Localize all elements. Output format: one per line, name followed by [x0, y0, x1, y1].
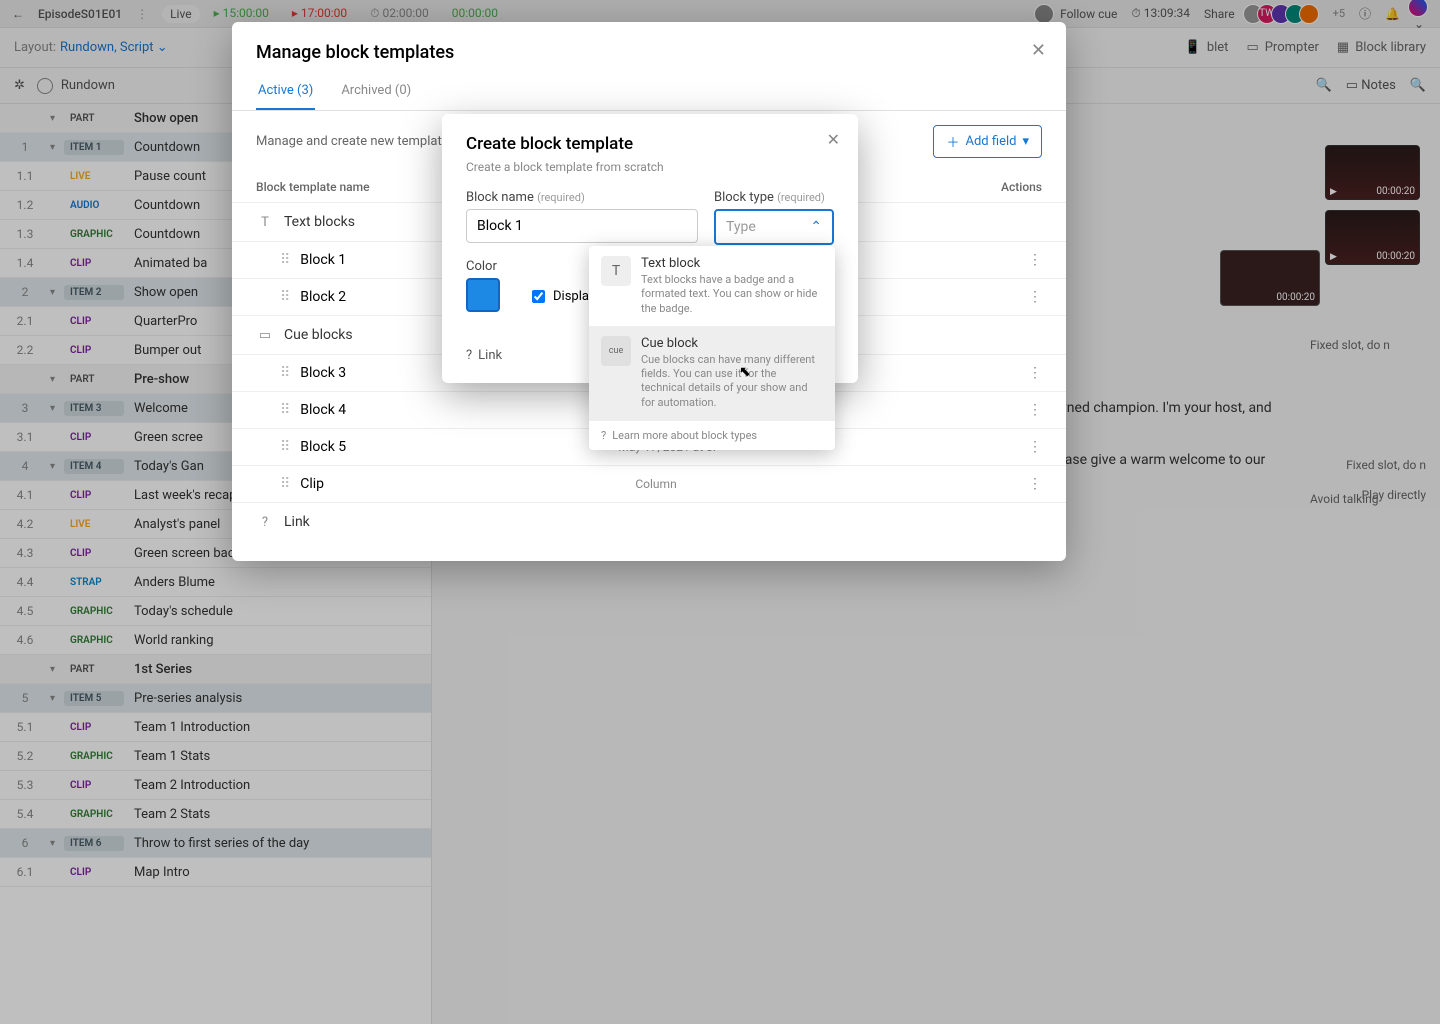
display-checkbox[interactable] — [532, 290, 545, 303]
create-title: Create block template — [466, 134, 834, 154]
option-text-block[interactable]: T Text blockText blocks have a badge and… — [589, 246, 835, 326]
drag-icon: ⠿ — [280, 476, 290, 492]
kebab-icon[interactable]: ⋮ — [1028, 402, 1042, 418]
color-swatch[interactable] — [466, 278, 500, 312]
option-cue-block[interactable]: cue Cue blockCue blocks can have many di… — [589, 326, 835, 420]
add-field-button[interactable]: ＋ Add field ▾ — [933, 125, 1042, 158]
kebab-icon[interactable]: ⋮ — [1028, 365, 1042, 381]
cue-icon: ▭ — [256, 326, 274, 344]
text-icon: T — [256, 213, 274, 231]
drag-icon: ⠿ — [280, 402, 290, 418]
block-name-input[interactable] — [466, 209, 698, 243]
block-type-dropdown: T Text blockText blocks have a badge and… — [589, 246, 835, 450]
tab-archived[interactable]: Archived (0) — [339, 73, 413, 110]
help-icon: ? — [256, 513, 274, 531]
learn-more-link[interactable]: ?Learn more about block types — [589, 420, 835, 450]
close-icon[interactable]: ✕ — [827, 130, 840, 149]
text-icon: T — [601, 256, 631, 286]
type-label: Block type (required) — [714, 190, 834, 205]
close-icon[interactable]: ✕ — [1031, 40, 1046, 61]
link-row[interactable]: ?Link — [232, 502, 1066, 541]
color-label: Color — [466, 259, 516, 274]
kebab-icon[interactable]: ⋮ — [1028, 476, 1042, 492]
name-label: Block name (required) — [466, 190, 698, 205]
cue-icon: cue — [601, 336, 631, 366]
help-icon: ? — [466, 348, 472, 363]
template-row[interactable]: ⠿ClipColumn⋮ — [232, 465, 1066, 502]
kebab-icon[interactable]: ⋮ — [1028, 439, 1042, 455]
kebab-icon[interactable]: ⋮ — [1028, 252, 1042, 268]
help-icon: ? — [601, 429, 606, 442]
kebab-icon[interactable]: ⋮ — [1028, 289, 1042, 305]
tab-active[interactable]: Active (3) — [256, 73, 315, 110]
drag-icon: ⠿ — [280, 365, 290, 381]
drag-icon: ⠿ — [280, 439, 290, 455]
block-type-select[interactable]: Type⌃ — [714, 209, 834, 245]
cursor-icon: ⬉ — [739, 364, 751, 380]
drag-icon: ⠿ — [280, 289, 290, 305]
drag-icon: ⠿ — [280, 252, 290, 268]
manage-title: Manage block templates — [256, 42, 1042, 63]
chevron-up-icon: ⌃ — [810, 219, 822, 235]
